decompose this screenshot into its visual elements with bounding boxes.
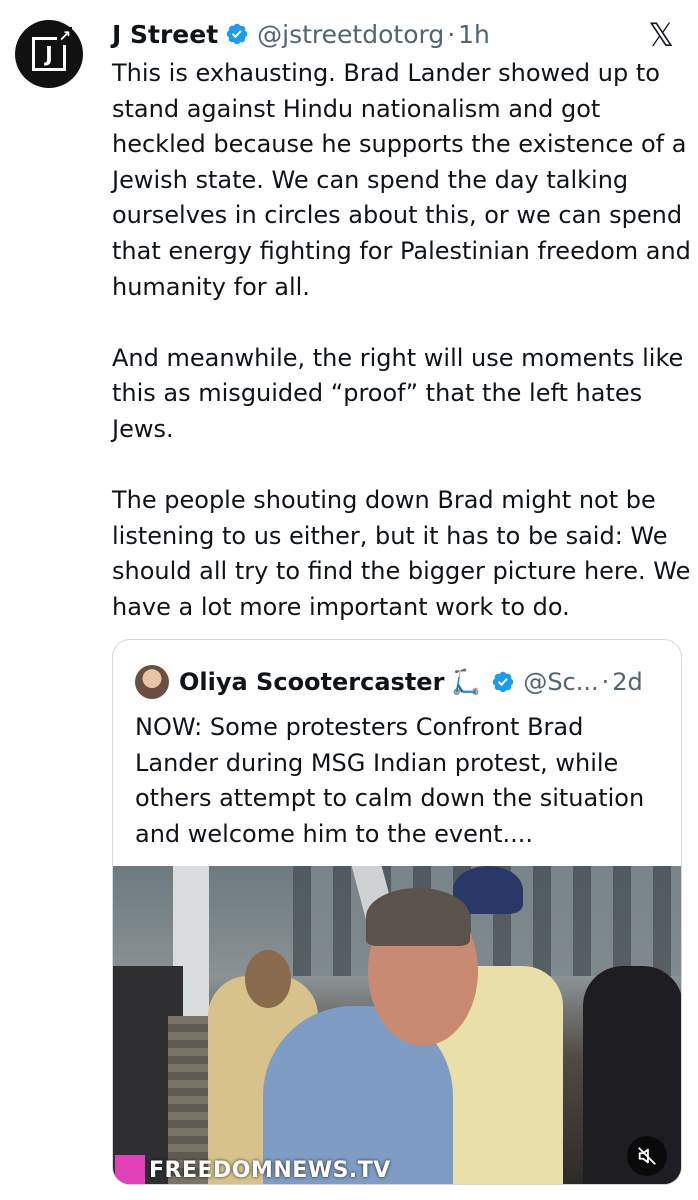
video-watermark: FREEDOMNEWS.TV	[115, 1154, 391, 1184]
author-name[interactable]: J Street	[112, 20, 218, 49]
muted-speaker-icon[interactable]	[627, 1136, 667, 1176]
quoted-author-name[interactable]: Oliya Scootercaster	[179, 668, 444, 696]
watermark-text: FREEDOMNEWS.TV	[149, 1157, 391, 1183]
quoted-author-handle[interactable]: @Sc...	[523, 668, 598, 696]
avatar-letter: J	[45, 42, 53, 66]
j-street-logo: J ↗	[32, 27, 72, 71]
quoted-tweet[interactable]: Oliya Scootercaster 🛴 @Sc... · 2d NOW: S…	[112, 639, 682, 1185]
quoted-tweet-text: NOW: Some protesters Confront Brad Lande…	[135, 713, 645, 848]
separator-dot: ·	[601, 668, 610, 696]
quoted-author-avatar[interactable]	[135, 665, 169, 699]
tweet-text: This is exhausting. Brad Lander showed u…	[112, 59, 691, 621]
video-main-person-hair	[366, 888, 470, 946]
quoted-tweet-header: Oliya Scootercaster 🛴 @Sc... · 2d	[135, 664, 643, 700]
quoted-video[interactable]: FREEDOMNEWS.TV	[113, 866, 681, 1184]
quoted-tweet-time[interactable]: 2d	[612, 668, 643, 696]
watermark-accent	[115, 1155, 145, 1184]
verified-badge-icon	[226, 23, 248, 45]
tweet-time[interactable]: 1h	[458, 20, 490, 49]
scooter-emoji-icon: 🛴	[451, 668, 482, 696]
video-person-head	[245, 950, 291, 1008]
author-handle[interactable]: @jstreetdotorg	[257, 20, 444, 49]
author-avatar[interactable]: J ↗	[15, 20, 83, 88]
x-logo-icon[interactable]: 𝕏	[648, 16, 674, 54]
arrow-icon: ↗	[57, 27, 72, 45]
tweet-header: J Street @jstreetdotorg · 1h 𝕏	[112, 16, 678, 54]
verified-badge-icon	[493, 671, 514, 693]
muted-speaker-glyph	[638, 1147, 656, 1165]
separator-dot: ·	[447, 19, 456, 49]
